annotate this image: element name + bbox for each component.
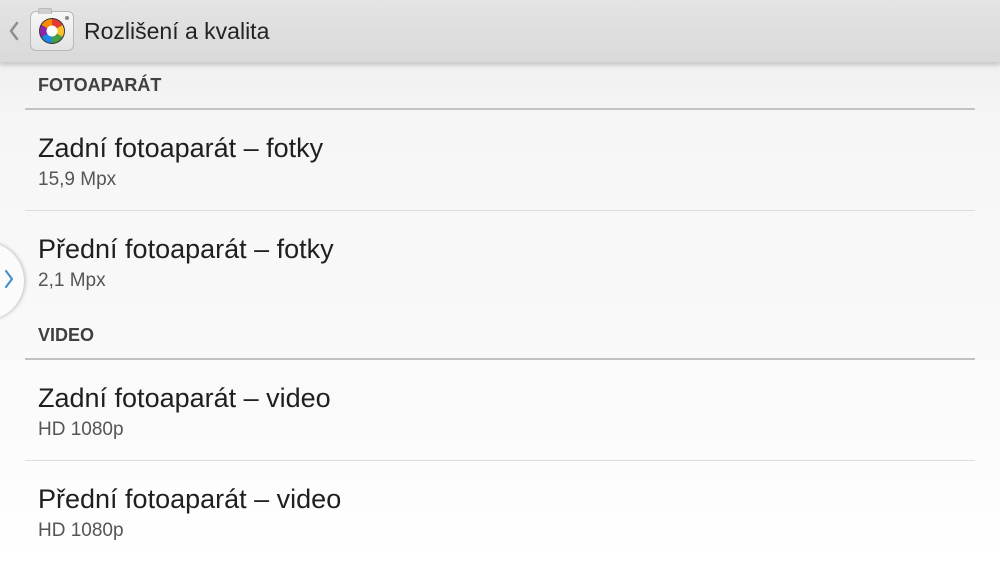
page-title: Rozlišení a kvalita — [84, 17, 270, 44]
pref-item-summary: HD 1080p — [38, 419, 124, 440]
back-chevron-icon — [4, 16, 24, 46]
pref-item-rear-camera-photos[interactable]: Zadní fotoaparát – fotky 15,9 Mpx — [25, 110, 975, 211]
pref-item-front-camera-photos[interactable]: Přední fotoaparát – fotky 2,1 Mpx — [25, 211, 975, 312]
camera-app-icon — [30, 8, 74, 51]
pref-item-rear-camera-video[interactable]: Zadní fotoaparát – video HD 1080p — [25, 360, 975, 461]
pref-item-title: Zadní fotoaparát – video — [38, 383, 331, 413]
side-drawer-handle[interactable] — [0, 242, 24, 320]
pref-item-title: Přední fotoaparát – video — [38, 484, 342, 514]
pref-item-front-camera-video[interactable]: Přední fotoaparát – video HD 1080p — [25, 461, 975, 562]
section-header-photo: FOTOAPARÁT — [25, 62, 975, 110]
section-header-video: VIDEO — [25, 312, 975, 360]
pref-item-title: Přední fotoaparát – fotky — [38, 234, 334, 264]
chevron-right-icon — [4, 268, 14, 295]
pref-item-summary: HD 1080p — [38, 520, 124, 541]
pref-item-summary: 2,1 Mpx — [38, 270, 106, 291]
settings-list: FOTOAPARÁT Zadní fotoaparát – fotky 15,9… — [25, 62, 975, 562]
action-bar: Rozlišení a kvalita — [0, 0, 1000, 63]
up-button[interactable] — [0, 0, 74, 62]
pref-item-summary: 15,9 Mpx — [38, 169, 117, 190]
pref-item-title: Zadní fotoaparát – fotky — [38, 133, 324, 163]
